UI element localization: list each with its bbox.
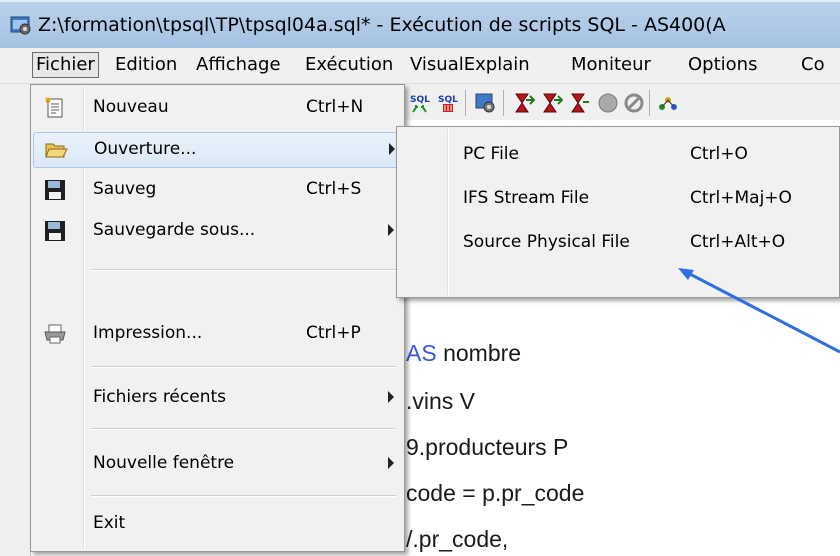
menu-visualexplain[interactable]: VisualExplain: [407, 54, 533, 76]
stop-circle-icon[interactable]: [597, 92, 619, 114]
menu-edition[interactable]: Edition: [112, 54, 180, 76]
menu-item-nouvelle-fenetre[interactable]: Nouvelle fenêtre: [33, 447, 402, 483]
menu-item-shortcut: Ctrl+N: [306, 97, 364, 117]
floppy-disk-icon: [45, 180, 65, 200]
menu-separator: [91, 366, 396, 368]
submenu-item-label: IFS Stream File: [463, 188, 590, 208]
submenu-arrow-icon: [388, 391, 394, 403]
hourglass-step-icon[interactable]: [569, 92, 591, 114]
menu-item-sauvegarde-sous[interactable]: Sauvegarde sous...: [33, 214, 402, 250]
submenu-item-label: Source Physical File: [463, 232, 630, 252]
submenu-arrow-icon: [388, 224, 394, 236]
submenu-item-pc-file[interactable]: PC File Ctrl+O: [399, 137, 835, 177]
database-settings-icon[interactable]: [475, 92, 497, 114]
menu-item-impression[interactable]: Impression... Ctrl+P: [33, 317, 402, 353]
editor-line: AS nombre: [406, 340, 522, 366]
window-title: Z:\formation\tpsql\TP\tpsql04a.sql* - Ex…: [38, 14, 726, 36]
editor-line: /.pr_code,: [406, 526, 509, 552]
sql-stop-icon[interactable]: SQL: [437, 92, 459, 114]
hourglass-run-icon[interactable]: [513, 92, 535, 114]
menu-bar: Fichier Edition Affichage Exécution Visu…: [0, 48, 840, 84]
menu-item-nouveau[interactable]: Nouveau Ctrl+N: [33, 91, 402, 127]
menu-options[interactable]: Options: [685, 54, 760, 76]
menu-item-label: Exit: [93, 513, 126, 533]
submenu-item-shortcut: Ctrl+O: [690, 144, 748, 164]
menu-item-shortcut: Ctrl+S: [306, 179, 362, 199]
submenu-arrow-icon: [389, 143, 395, 155]
menu-item-sauveg[interactable]: Sauveg Ctrl+S: [33, 173, 402, 209]
menu-item-label: Fichiers récents: [93, 387, 226, 407]
menu-moniteur[interactable]: Moniteur: [568, 54, 654, 76]
menu-item-fichiers-recents[interactable]: Fichiers récents: [33, 381, 402, 417]
menu-item-label: Ouverture...: [94, 139, 197, 159]
open-folder-icon: [45, 143, 68, 158]
submenu-item-shortcut: Ctrl+Alt+O: [690, 232, 786, 252]
menu-item-label: Nouvelle fenêtre: [93, 453, 235, 473]
menu-item-ouverture[interactable]: Ouverture...: [33, 132, 402, 168]
svg-text:SQL: SQL: [410, 95, 430, 105]
cancel-icon[interactable]: [623, 92, 645, 114]
menu-execution[interactable]: Exécution: [302, 54, 396, 76]
visual-explain-icon[interactable]: [657, 92, 679, 114]
menu-item-label: Impression...: [93, 323, 203, 343]
toolbar: SQL SQL: [395, 84, 840, 120]
editor-line: code = p.pr_code: [406, 480, 585, 506]
floppy-disk-icon: [45, 221, 65, 241]
submenu-item-source-physical-file[interactable]: Source Physical File Ctrl+Alt+O: [399, 225, 835, 265]
sql-script-app-icon: [10, 16, 31, 35]
editor-line: 9.producteurs P: [406, 434, 569, 460]
menu-item-label: Nouveau: [93, 97, 169, 117]
menu-separator: [91, 428, 396, 430]
submenu-item-shortcut: Ctrl+Maj+O: [690, 188, 792, 208]
submenu-item-label: PC File: [463, 144, 519, 164]
editor-left-margin: [0, 84, 31, 556]
editor-line: .vins V: [406, 388, 476, 414]
menu-separator: [91, 495, 396, 497]
menu-item-label: Sauveg: [93, 179, 157, 199]
window-titlebar: Z:\formation\tpsql\TP\tpsql04a.sql* - Ex…: [0, 0, 840, 48]
menu-affichage[interactable]: Affichage: [193, 54, 284, 76]
submenu-arrow-icon: [388, 457, 394, 469]
svg-text:SQL: SQL: [438, 95, 458, 105]
file-menu: Nouveau Ctrl+N Ouverture... Sauveg Ctrl+…: [30, 84, 405, 552]
menu-fichier[interactable]: Fichier: [32, 52, 99, 78]
menu-more[interactable]: Co: [798, 54, 828, 76]
menu-item-exit[interactable]: Exit: [33, 507, 402, 543]
menu-item-label: Sauvegarde sous...: [93, 220, 256, 240]
menu-item-shortcut: Ctrl+P: [306, 323, 361, 343]
new-document-icon: [45, 97, 63, 118]
printer-icon: [44, 324, 66, 344]
hourglass-next-icon[interactable]: [541, 92, 563, 114]
menu-separator: [91, 269, 396, 271]
submenu-item-ifs-stream-file[interactable]: IFS Stream File Ctrl+Maj+O: [399, 181, 835, 221]
sql-run-icon[interactable]: SQL: [409, 92, 431, 114]
open-submenu: PC File Ctrl+O IFS Stream File Ctrl+Maj+…: [396, 126, 840, 298]
